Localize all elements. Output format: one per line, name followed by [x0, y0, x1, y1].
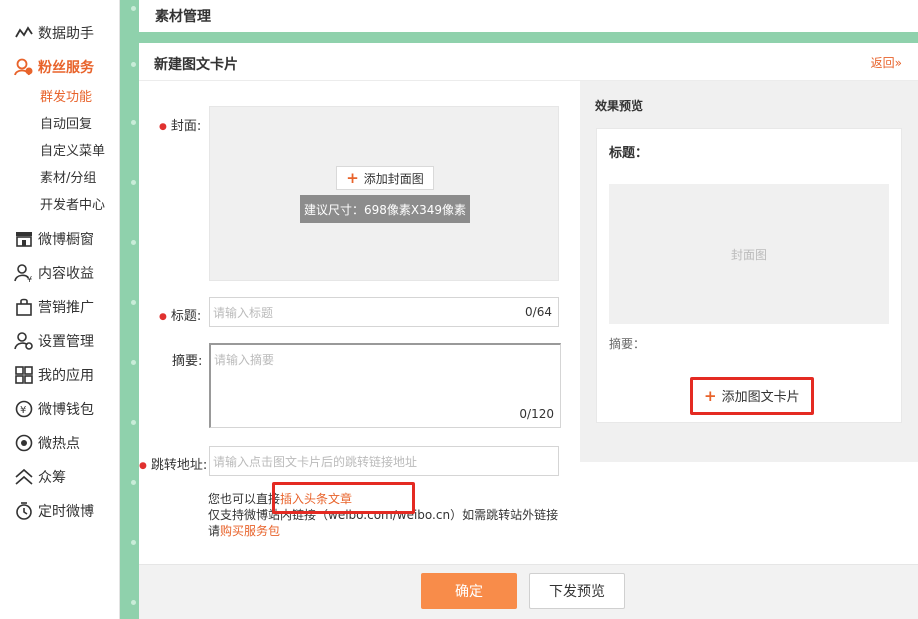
- new-card-panel: 新建图文卡片 返回» 封面: + 添加封面图 建议尺寸：698像素X349像素 …: [139, 43, 918, 619]
- title-input[interactable]: 请输入标题 0/64: [209, 297, 559, 327]
- sub-item-mass-send[interactable]: 群发功能: [40, 89, 92, 107]
- nav-item-marketing[interactable]: 营销推广: [14, 296, 94, 318]
- preview-title: 效果预览: [595, 99, 644, 113]
- chart-line-icon: [14, 23, 34, 43]
- summary-label: 摘要:: [172, 354, 203, 369]
- title-label: 标题:: [159, 305, 201, 324]
- svg-text:¥: ¥: [27, 275, 32, 283]
- clock-icon: [14, 501, 34, 521]
- decorative-strip: [121, 0, 139, 619]
- send-preview-button[interactable]: 下发预览: [529, 573, 625, 609]
- nav-item-wallet[interactable]: ¥ 微博钱包: [14, 398, 94, 420]
- user-yen-icon: ¥: [14, 263, 34, 283]
- nav-item-weibo-showcase[interactable]: 微博橱窗: [14, 228, 94, 250]
- page-title: 素材管理: [155, 9, 211, 25]
- nav-label: 微博橱窗: [38, 232, 94, 248]
- nav-label: 微博钱包: [38, 402, 94, 418]
- cover-label: 封面:: [159, 115, 201, 134]
- nav-label: 内容收益: [38, 266, 94, 282]
- summary-textarea[interactable]: 请输入摘要 0/120: [209, 343, 561, 428]
- nav-label: 设置管理: [38, 334, 94, 350]
- fans-icon: [14, 57, 34, 77]
- nav-label: 数据助手: [38, 26, 94, 42]
- nav-label: 定时微博: [38, 504, 94, 520]
- nav-label: 营销推广: [38, 300, 94, 316]
- highlight-box-insert-article: [272, 482, 415, 514]
- bag-icon: [14, 297, 34, 317]
- size-tip: 建议尺寸：698像素X349像素: [300, 195, 470, 223]
- material-management-card: 素材管理: [139, 0, 918, 32]
- back-link[interactable]: 返回»: [871, 54, 902, 71]
- sub-item-material-group[interactable]: 素材/分组: [40, 170, 96, 188]
- jump-url-input[interactable]: 请输入点击图文卡片后的跳转链接地址: [209, 446, 559, 476]
- svg-text:¥: ¥: [20, 405, 26, 416]
- preview-cover: 封面图: [609, 184, 889, 324]
- eye-icon: [14, 433, 34, 453]
- cover-upload-area[interactable]: + 添加封面图 建议尺寸：698像素X349像素: [209, 106, 559, 281]
- nav-label: 众筹: [38, 470, 66, 486]
- sub-item-developer-center[interactable]: 开发者中心: [40, 197, 105, 215]
- nav-label: 微热点: [38, 436, 80, 452]
- hint-buy-service: 请购买服务包: [208, 524, 281, 538]
- crowdfund-icon: [14, 467, 34, 487]
- nav-item-settings[interactable]: 设置管理: [14, 330, 94, 352]
- panel-header: 新建图文卡片 返回»: [139, 43, 918, 81]
- nav-label: 粉丝服务: [38, 60, 94, 76]
- user-gear-icon: [14, 331, 34, 351]
- footer-actions: 确定 下发预览: [139, 564, 918, 619]
- nav-item-my-apps[interactable]: 我的应用: [14, 364, 94, 386]
- nav-label: 我的应用: [38, 368, 94, 384]
- title-placeholder: 请输入标题: [213, 306, 274, 320]
- add-cover-label: 添加封面图: [363, 171, 424, 186]
- nav-item-crowdfunding[interactable]: 众筹: [14, 466, 66, 488]
- shop-window-icon: [14, 229, 34, 249]
- jump-url-label: 跳转地址:: [139, 454, 207, 473]
- grid-icon: [14, 365, 34, 385]
- add-cover-button[interactable]: + 添加封面图: [336, 166, 434, 190]
- preview-card-title: 标题：: [609, 146, 649, 161]
- sub-item-custom-menu[interactable]: 自定义菜单: [40, 143, 105, 161]
- nav-item-scheduled-weibo[interactable]: 定时微博: [14, 500, 94, 522]
- buy-service-pack-link[interactable]: 购买服务包: [220, 524, 280, 538]
- preview-summary: 摘要：: [609, 337, 646, 351]
- nav-item-data-assistant[interactable]: 数据助手: [14, 22, 94, 44]
- summary-placeholder: 请输入摘要: [214, 353, 275, 367]
- jump-url-placeholder: 请输入点击图文卡片后的跳转链接地址: [213, 455, 418, 469]
- nav-item-fan-service[interactable]: 粉丝服务: [14, 56, 94, 78]
- confirm-button[interactable]: 确定: [421, 573, 517, 609]
- highlight-box-add-card: [690, 377, 814, 415]
- nav-item-hot-topics[interactable]: 微热点: [14, 432, 80, 454]
- sidebar: 数据助手 粉丝服务 群发功能 自动回复 自定义菜单 素材/分组 开发者中心 微博…: [0, 0, 120, 619]
- summary-counter: 0/120: [519, 407, 554, 421]
- panel-title: 新建图文卡片: [154, 57, 238, 73]
- title-counter: 0/64: [525, 305, 552, 319]
- wallet-icon: ¥: [14, 399, 34, 419]
- plus-icon: +: [346, 169, 359, 187]
- sub-item-auto-reply[interactable]: 自动回复: [40, 116, 92, 134]
- nav-item-content-revenue[interactable]: ¥ 内容收益: [14, 262, 94, 284]
